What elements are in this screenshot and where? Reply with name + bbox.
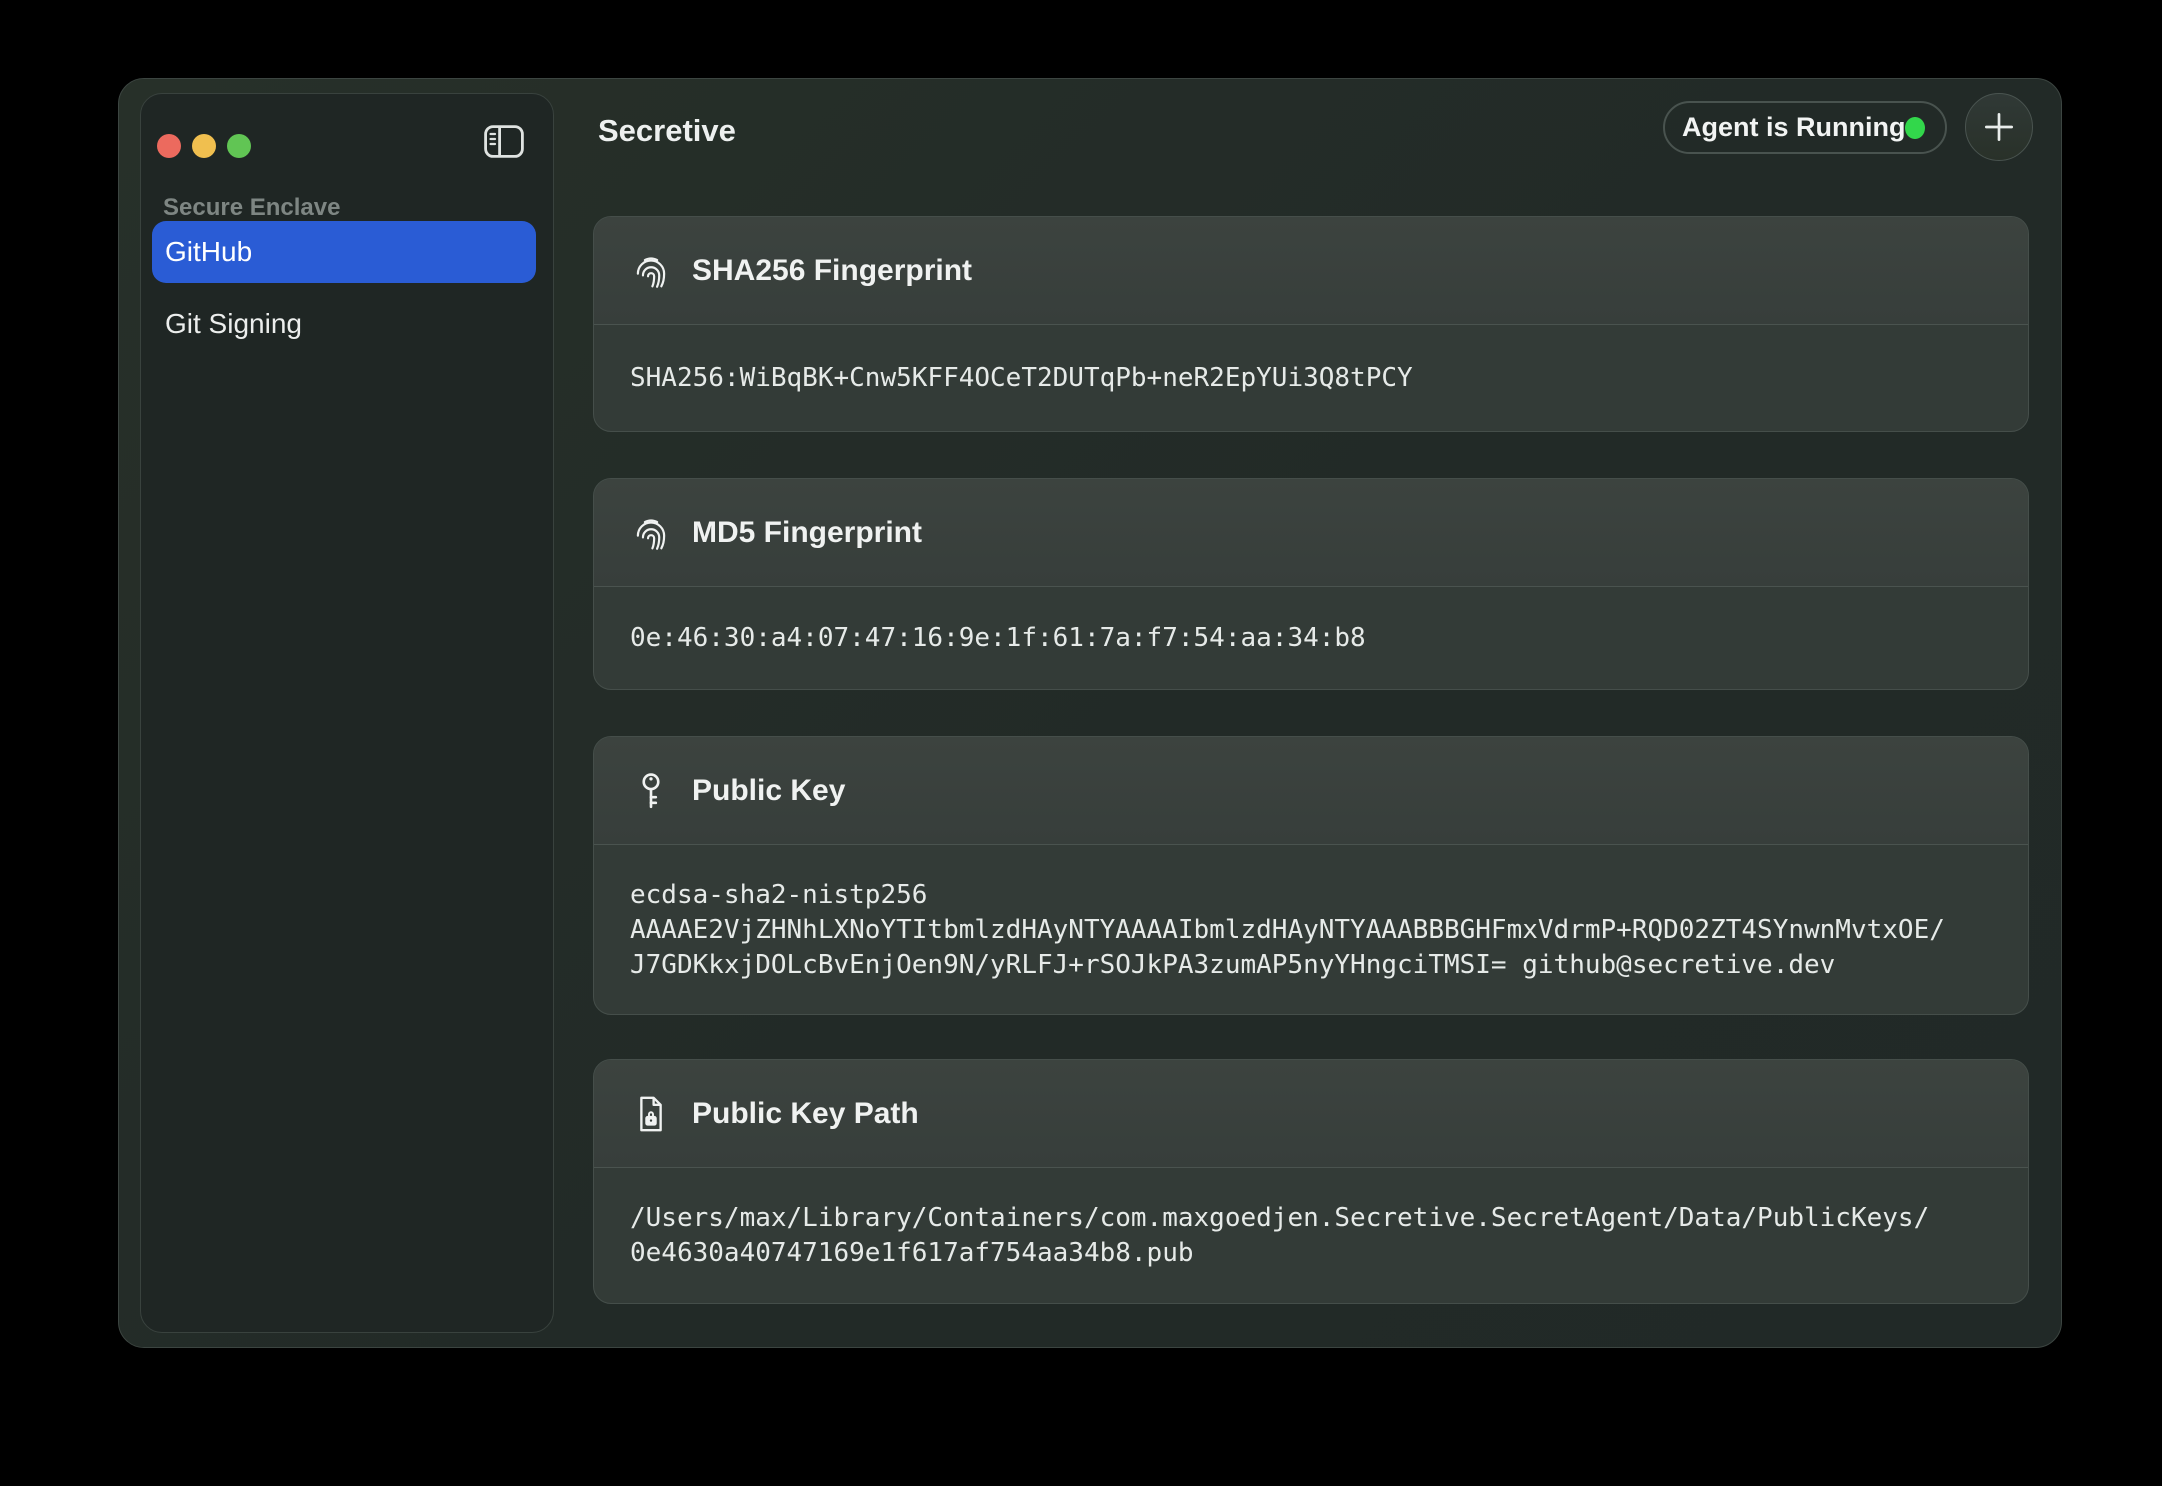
card-title: Public Key Path (692, 1097, 919, 1131)
fingerprint-icon (630, 512, 672, 554)
card-title: SHA256 Fingerprint (692, 254, 972, 288)
card-sha256-fingerprint: SHA256 Fingerprint SHA256:WiBqBK+Cnw5KFF… (593, 216, 2029, 432)
sidebar-toggle-button[interactable] (483, 123, 525, 159)
status-running-dot (1905, 117, 1925, 139)
fingerprint-icon (630, 250, 672, 292)
card-value: 0e:46:30:a4:07:47:16:9e:1f:61:7a:f7:54:a… (630, 621, 1366, 656)
status-label: Agent is Running (1682, 112, 1905, 143)
add-key-button[interactable] (1965, 93, 2033, 161)
card-md5-fingerprint: MD5 Fingerprint 0e:46:30:a4:07:47:16:9e:… (593, 478, 2029, 690)
sidebar-item-git-signing[interactable]: Git Signing (152, 293, 536, 355)
card-header: MD5 Fingerprint (594, 479, 2028, 587)
sidebar-section-header: Secure Enclave (163, 194, 340, 222)
zoom-button[interactable] (227, 134, 251, 158)
card-body: 0e:46:30:a4:07:47:16:9e:1f:61:7a:f7:54:a… (594, 587, 2028, 690)
card-body: SHA256:WiBqBK+Cnw5KFF4OCeT2DUTqPb+neR2Ep… (594, 325, 2028, 432)
sidebar-item-github[interactable]: GitHub (152, 221, 536, 283)
card-body: ecdsa-sha2-nistp256 AAAAE2VjZHNhLXNoYTIt… (594, 845, 2028, 1015)
card-header: SHA256 Fingerprint (594, 217, 2028, 325)
card-header: Public Key (594, 737, 2028, 845)
sidebar-item-label: Git Signing (165, 308, 302, 340)
plus-icon (1980, 108, 2018, 146)
document-lock-icon (630, 1093, 672, 1135)
status-pill[interactable]: Agent is Running (1663, 101, 1947, 154)
card-value: /Users/max/Library/Containers/com.maxgoe… (630, 1201, 1929, 1271)
card-title: Public Key (692, 774, 845, 808)
card-public-key: Public Key ecdsa-sha2-nistp256 AAAAE2VjZ… (593, 736, 2029, 1015)
key-icon (630, 770, 672, 812)
card-public-key-path: Public Key Path /Users/max/Library/Conta… (593, 1059, 2029, 1304)
card-body: /Users/max/Library/Containers/com.maxgoe… (594, 1168, 2028, 1304)
card-value: ecdsa-sha2-nistp256 AAAAE2VjZHNhLXNoYTIt… (630, 878, 1945, 983)
traffic-lights (157, 134, 251, 158)
close-button[interactable] (157, 134, 181, 158)
card-title: MD5 Fingerprint (692, 516, 922, 550)
sidebar-toggle-icon (484, 125, 524, 158)
sidebar: Secure Enclave GitHub Git Signing (140, 93, 554, 1333)
card-header: Public Key Path (594, 1060, 2028, 1168)
app-window: Secure Enclave GitHub Git Signing Secret… (118, 78, 2062, 1348)
sidebar-item-label: GitHub (165, 236, 252, 268)
app-title: Secretive (598, 113, 736, 149)
card-value: SHA256:WiBqBK+Cnw5KFF4OCeT2DUTqPb+neR2Ep… (630, 361, 1413, 396)
minimize-button[interactable] (192, 134, 216, 158)
